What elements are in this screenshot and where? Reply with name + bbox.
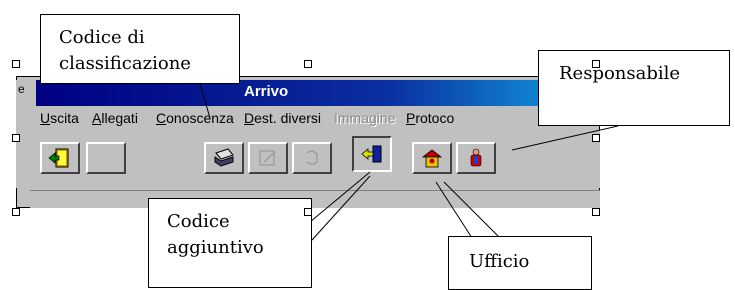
connector-aggiuntivo-b: [311, 175, 371, 241]
selection-handle[interactable]: [12, 134, 20, 142]
connector-aggiuntivo-a: [309, 171, 371, 223]
selection-handle[interactable]: [304, 208, 312, 216]
selection-handle[interactable]: [12, 60, 20, 68]
callout-codice-classificazione: Codice di classificazione: [40, 14, 240, 84]
selection-handle[interactable]: [592, 60, 600, 68]
selection-handle[interactable]: [592, 208, 600, 216]
callout-text: Codice di: [59, 27, 145, 48]
connector-classificazione: [199, 83, 211, 119]
callout-text: Ufficio: [469, 251, 530, 272]
callout-responsabile: Responsabile: [538, 50, 730, 126]
selection-handle[interactable]: [12, 208, 20, 216]
callout-text: Codice: [167, 211, 230, 232]
callout-ufficio: Ufficio: [448, 236, 592, 290]
callout-text: classificazione: [59, 53, 191, 74]
connector-ufficio-b: [435, 181, 473, 239]
callout-codice-aggiuntivo: Codice aggiuntivo: [148, 198, 312, 288]
connector-responsabile: [511, 125, 619, 151]
selection-handle[interactable]: [304, 60, 312, 68]
selection-handle[interactable]: [592, 134, 600, 142]
callout-text: Responsabile: [559, 63, 681, 84]
callout-text: aggiuntivo: [167, 237, 264, 258]
